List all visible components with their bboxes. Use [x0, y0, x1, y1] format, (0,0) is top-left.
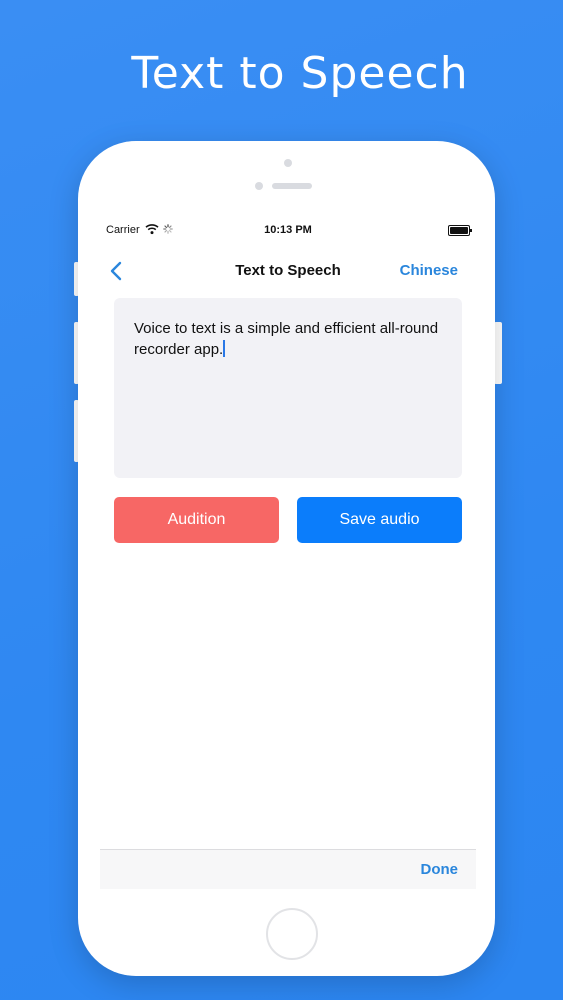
audition-button[interactable]: Audition [114, 497, 279, 543]
save-audio-button[interactable]: Save audio [297, 497, 462, 543]
keyboard-toolbar: Done [100, 849, 476, 889]
status-bar: Carrier 10:13 PM [100, 212, 476, 248]
language-button[interactable]: Chinese [400, 262, 458, 279]
home-button[interactable] [266, 908, 318, 960]
audition-button-label: Audition [167, 511, 226, 528]
navigation-bar: Text to Speech Chinese [100, 248, 476, 292]
done-button[interactable]: Done [421, 861, 459, 878]
front-camera [255, 182, 263, 190]
text-input-content: Voice to text is a simple and efficient … [134, 320, 439, 358]
phone-screen: Carrier 10:13 PM Text to Speech Chinese … [100, 212, 476, 889]
front-sensor [284, 159, 292, 167]
earpiece-speaker [272, 183, 312, 189]
text-caret [223, 340, 226, 357]
save-audio-button-label: Save audio [339, 511, 420, 528]
battery-icon [448, 225, 472, 236]
power-button [494, 322, 502, 384]
text-input[interactable]: Voice to text is a simple and efficient … [114, 298, 462, 478]
hero-title: Text to Speech [131, 48, 469, 99]
status-time: 10:13 PM [264, 224, 312, 236]
